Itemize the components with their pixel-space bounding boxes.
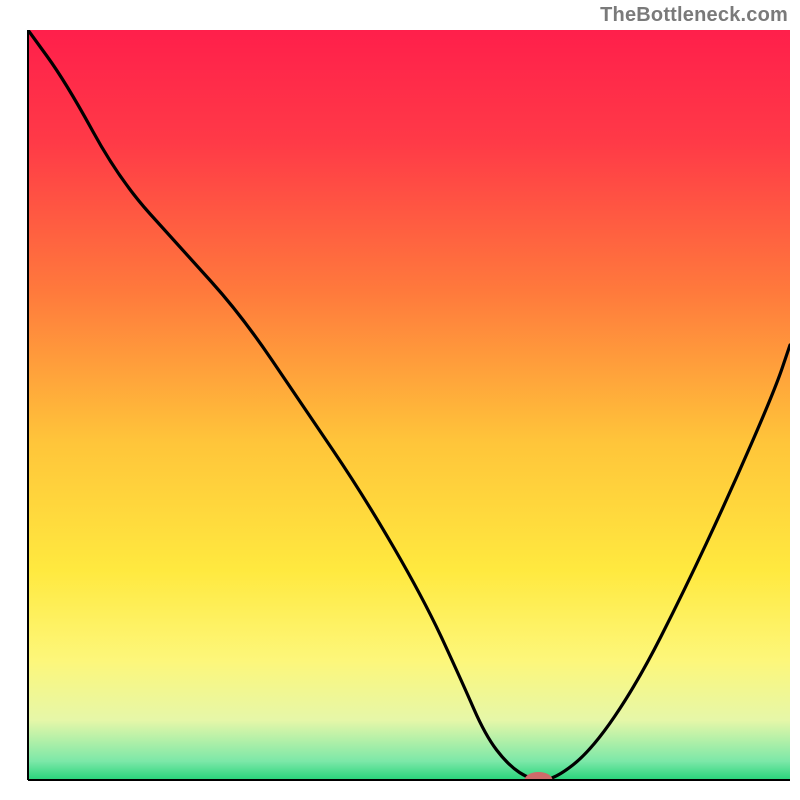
- heat-gradient-background: [28, 30, 790, 780]
- watermark-text: TheBottleneck.com: [600, 4, 788, 27]
- bottleneck-chart: [0, 0, 800, 800]
